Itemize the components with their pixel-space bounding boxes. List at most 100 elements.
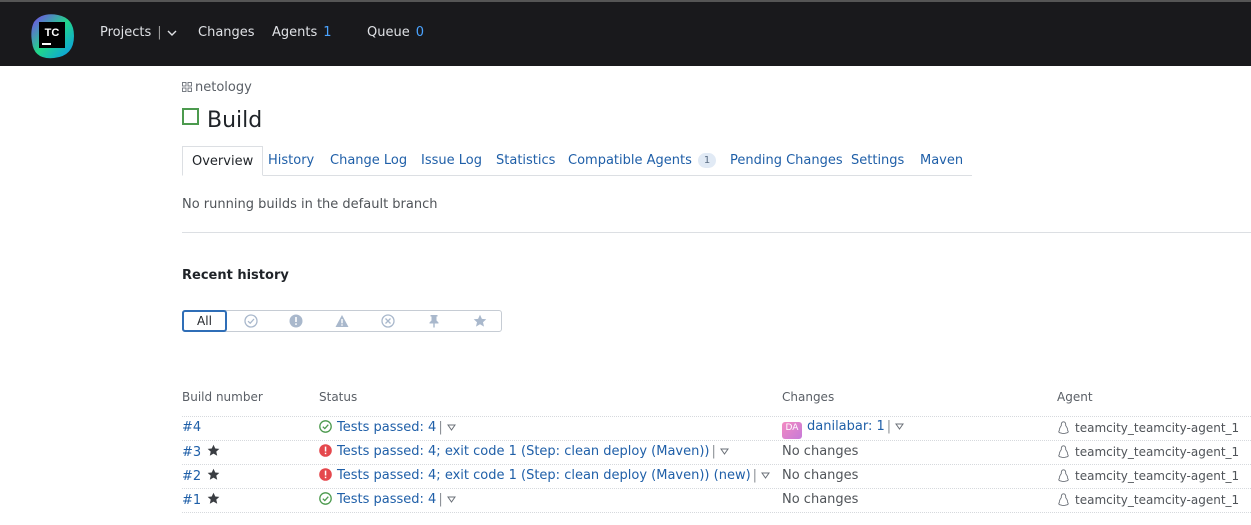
filter-cancel-circle-icon[interactable]	[381, 314, 395, 328]
starred-star-icon[interactable]	[207, 492, 220, 505]
history-filter-bar: All	[182, 310, 502, 332]
tab-change-log[interactable]: Change Log	[330, 146, 407, 174]
separator: |	[752, 468, 758, 483]
queue-nav-link[interactable]: Queue 0	[367, 25, 424, 40]
row-divider	[182, 464, 1251, 465]
build-number-link[interactable]: #4	[182, 420, 201, 435]
build-status-link[interactable]: Tests passed: 4; exit code 1 (Step: clea…	[337, 468, 751, 483]
filter-starred-star-icon[interactable]	[473, 314, 487, 328]
column-header-build-number: Build number	[182, 390, 263, 404]
linux-penguin-icon	[1058, 445, 1069, 458]
teamcity-logo-icon: TC	[31, 14, 74, 59]
success-check-circle-icon	[319, 420, 332, 433]
status-dropdown-triangle-icon[interactable]	[446, 496, 456, 503]
no-running-builds-text: No running builds in the default branch	[182, 197, 438, 212]
changes-link[interactable]: danilabar: 1	[807, 419, 885, 434]
tab-compatible-agents[interactable]: Compatible Agents 1	[568, 146, 717, 174]
divider	[182, 232, 1251, 233]
filter-failed-exclamation-circle-icon[interactable]	[289, 314, 303, 328]
compatible-agents-count-badge: 1	[697, 153, 717, 168]
agent-cell: teamcity_teamcity-agent_1	[1058, 469, 1239, 483]
filter-warning-triangle-icon[interactable]	[335, 314, 349, 328]
agent-link[interactable]: teamcity_teamcity-agent_1	[1075, 469, 1239, 483]
tab-history[interactable]: History	[268, 146, 314, 174]
error-exclamation-circle-icon	[319, 444, 332, 457]
build-number-link[interactable]: #1	[182, 493, 201, 508]
teamcity-logo[interactable]: TC	[28, 12, 76, 60]
recent-history-heading: Recent history	[182, 268, 289, 283]
tab-statistics[interactable]: Statistics	[496, 146, 555, 174]
build-status-link[interactable]: Tests passed: 4	[337, 492, 436, 507]
build-number-link[interactable]: #3	[182, 445, 201, 460]
page-title: Build	[182, 108, 262, 133]
agent-cell: teamcity_teamcity-agent_1	[1058, 445, 1239, 459]
status-dropdown-triangle-icon[interactable]	[761, 472, 771, 479]
agent-link[interactable]: teamcity_teamcity-agent_1	[1075, 445, 1239, 459]
filter-all-button[interactable]: All	[182, 310, 227, 332]
row-divider	[182, 416, 1251, 417]
agent-link[interactable]: teamcity_teamcity-agent_1	[1075, 421, 1239, 435]
separator: |	[438, 420, 443, 435]
tab-settings[interactable]: Settings	[851, 146, 904, 174]
status-dropdown-triangle-icon[interactable]	[446, 424, 456, 431]
top-navigation-bar: TC Projects | Changes Agents 1 Queue 0	[0, 0, 1251, 66]
agent-link[interactable]: teamcity_teamcity-agent_1	[1075, 493, 1239, 507]
row-divider	[182, 488, 1251, 489]
agent-cell: teamcity_teamcity-agent_1	[1058, 421, 1239, 435]
projects-label: Projects	[100, 25, 152, 40]
status-cell: Tests passed: 4; exit code 1 (Step: clea…	[319, 468, 771, 483]
chevron-down-icon[interactable]	[167, 30, 177, 36]
agents-label: Agents	[272, 25, 318, 40]
separator: |	[157, 25, 162, 40]
error-exclamation-circle-icon	[319, 468, 332, 481]
status-cell: Tests passed: 4; exit code 1 (Step: clea…	[319, 444, 729, 459]
linux-penguin-icon	[1058, 421, 1069, 434]
tab-compatible-agents-label: Compatible Agents	[568, 153, 692, 168]
tab-overview[interactable]: Overview	[182, 146, 264, 176]
changes-dropdown-triangle-icon[interactable]	[895, 423, 905, 430]
build-status-link[interactable]: Tests passed: 4	[337, 420, 436, 435]
status-cell: Tests passed: 4 |	[319, 492, 456, 507]
queue-label: Queue	[367, 25, 410, 40]
row-divider	[182, 440, 1251, 441]
changes-cell: No changes	[782, 492, 859, 507]
column-header-agent: Agent	[1057, 390, 1093, 404]
avatar: DA	[782, 422, 802, 439]
status-dropdown-triangle-icon[interactable]	[719, 448, 729, 455]
breadcrumb[interactable]: netology	[182, 80, 252, 95]
column-header-changes: Changes	[782, 390, 835, 404]
build-status-link[interactable]: Tests passed: 4; exit code 1 (Step: clea…	[337, 444, 710, 459]
agents-count: 1	[323, 25, 332, 40]
projects-menu[interactable]: Projects |	[100, 25, 177, 40]
agents-nav-link[interactable]: Agents 1	[272, 25, 332, 40]
breadcrumb-project[interactable]: netology	[195, 80, 252, 95]
separator: |	[438, 492, 443, 507]
agent-cell: teamcity_teamcity-agent_1	[1058, 493, 1239, 507]
svg-text:TC: TC	[45, 27, 60, 39]
tab-pending-changes[interactable]: Pending Changes	[730, 146, 843, 174]
changes-cell: No changes	[782, 468, 859, 483]
tab-bar: Overview History Change Log Issue Log St…	[182, 146, 972, 176]
build-number-link[interactable]: #2	[182, 469, 201, 484]
column-header-status: Status	[319, 390, 358, 404]
filter-successful-check-circle-icon[interactable]	[244, 314, 258, 328]
build-config-status-icon	[182, 108, 199, 125]
build-number-cell: #3	[182, 444, 220, 460]
separator: |	[886, 419, 892, 434]
build-number-cell: #4	[182, 420, 201, 435]
build-number-cell: #2	[182, 468, 220, 484]
success-check-circle-icon	[319, 492, 332, 505]
separator: |	[711, 444, 716, 459]
build-number-cell: #1	[182, 492, 220, 508]
tab-issue-log[interactable]: Issue Log	[421, 146, 482, 174]
changes-cell: No changes	[782, 444, 859, 459]
status-cell: Tests passed: 4 |	[319, 420, 456, 435]
tab-maven[interactable]: Maven	[920, 146, 963, 174]
project-grid-icon	[182, 82, 192, 92]
filter-pinned-pin-icon[interactable]	[427, 314, 441, 328]
starred-star-icon[interactable]	[207, 444, 220, 457]
changes-cell: DA danilabar: 1 |	[782, 419, 905, 439]
linux-penguin-icon	[1058, 469, 1069, 482]
changes-nav-link[interactable]: Changes	[198, 25, 255, 40]
starred-star-icon[interactable]	[207, 468, 220, 481]
